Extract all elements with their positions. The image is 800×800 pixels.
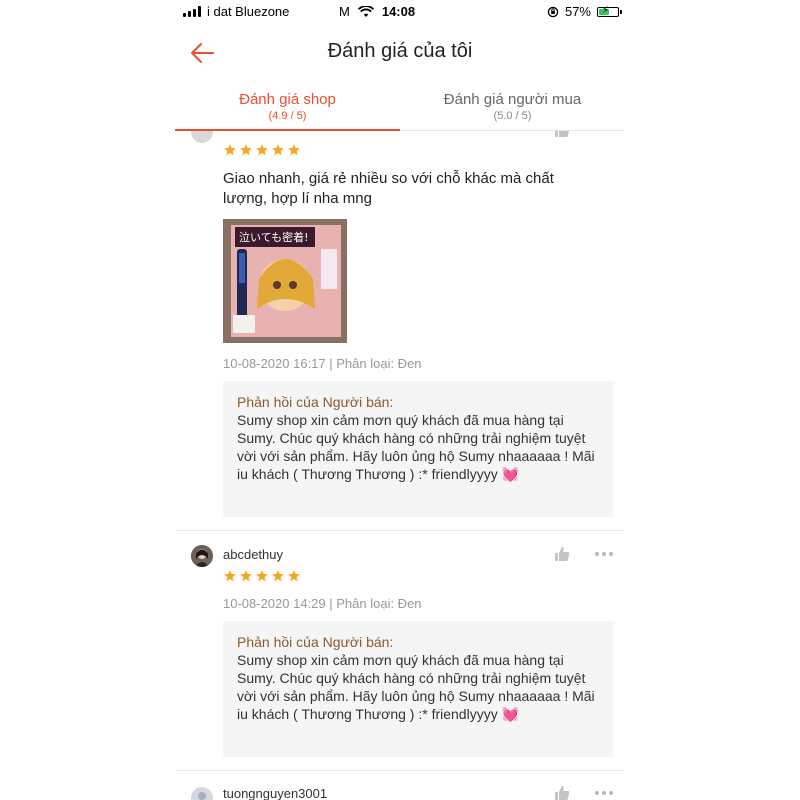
avatar (191, 787, 213, 800)
reply-body: Sumy shop xin cảm mơn quý khách đã mua h… (237, 652, 595, 722)
reply-body: Sumy shop xin cảm mơn quý khách đã mua h… (237, 412, 595, 482)
star-icon (240, 570, 252, 582)
reviewer-name: tuongnguyen3001 (223, 786, 328, 800)
thumbs-up-icon[interactable] (553, 131, 571, 139)
review-item: tuongnguyen3001 (175, 771, 625, 800)
review-comment: Giao nhanh, giá rẻ nhiều so với chỗ khác… (223, 170, 554, 207)
avatar (191, 131, 213, 143)
star-icon (240, 144, 252, 156)
star-icon (224, 570, 236, 582)
charging-bolt-icon: ⚡ (602, 4, 610, 16)
mode-letter: M (339, 4, 350, 19)
reply-title: Phản hồi của Người bán: (237, 634, 394, 650)
reply-text: Sumy shop xin cảm mơn quý khách đã mua h… (237, 411, 599, 483)
review-item: Giao nhanh, giá rẻ nhiều so với chỗ khác… (175, 131, 625, 531)
status-time: 14:08 (381, 4, 416, 19)
review-meta: 10-08-2020 16:17 | Phân loại: Đen (223, 356, 422, 371)
tab-label: Đánh giá người mua (443, 91, 582, 108)
status-center: M 14:08 (339, 4, 415, 19)
thumbs-up-icon[interactable] (553, 545, 571, 563)
tab-buyer-reviews[interactable]: Đánh giá người mua (5.0 / 5) (400, 84, 625, 130)
status-right: 57% ⚡ (547, 4, 622, 19)
star-icon (288, 144, 300, 156)
review-list[interactable]: Giao nhanh, giá rẻ nhiều so với chỗ khác… (175, 131, 625, 800)
default-avatar-icon (198, 792, 206, 800)
status-bar: i dat Bluezone M 14:08 57% ⚡ (175, 0, 625, 24)
rating-stars (223, 569, 301, 583)
reply-title: Phản hồi của Người bán: (237, 394, 394, 410)
review-item: abcdethuy 10-08-2020 14:29 | Phân loại: … (175, 531, 625, 771)
package-label: 泣いても密着! (239, 230, 309, 244)
battery-percent: 57% (564, 4, 591, 19)
more-options-icon[interactable] (593, 788, 615, 798)
carrier-label: i dat Bluezone (207, 4, 290, 19)
page-title: Đánh giá của tôi (327, 40, 473, 62)
heart-emoji: 💓 (501, 706, 520, 722)
more-options-icon[interactable] (593, 549, 615, 559)
avatar-photo-icon (191, 545, 213, 567)
signal-icon (183, 6, 201, 17)
star-icon (224, 144, 236, 156)
rating-stars (223, 143, 301, 157)
heart-emoji: 💓 (501, 466, 520, 482)
product-image-icon: 泣いても密着! (223, 219, 347, 343)
review-meta: 10-08-2020 14:29 | Phân loại: Đen (223, 596, 422, 611)
reply-text: Sumy shop xin cảm mơn quý khách đã mua h… (237, 651, 599, 723)
tab-score: (5.0 / 5) (493, 110, 532, 122)
star-icon (256, 144, 268, 156)
wifi-icon (357, 5, 374, 17)
battery-icon: ⚡ (597, 4, 622, 17)
orientation-lock-icon (547, 6, 559, 17)
seller-reply: Phản hồi của Người bán: Sumy shop xin cả… (223, 381, 613, 517)
tab-shop-reviews[interactable]: Đánh giá shop (4.9 / 5) (175, 84, 400, 131)
status-left: i dat Bluezone (183, 4, 289, 19)
avatar (191, 545, 213, 567)
review-photo[interactable]: 泣いても密着! (223, 219, 347, 343)
star-icon (272, 144, 284, 156)
star-icon (272, 570, 284, 582)
seller-reply: Phản hồi của Người bán: Sumy shop xin cả… (223, 621, 613, 757)
star-icon (256, 570, 268, 582)
tab-score: (4.9 / 5) (268, 110, 307, 122)
thumbs-up-icon[interactable] (553, 784, 571, 800)
header: Đánh giá của tôi (175, 26, 625, 78)
reviewer-name: abcdethuy (223, 547, 283, 562)
star-icon (288, 570, 300, 582)
review-tabs: Đánh giá shop (4.9 / 5) Đánh giá người m… (175, 84, 625, 131)
tab-label: Đánh giá shop (239, 91, 336, 108)
phone-screen: i dat Bluezone M 14:08 57% ⚡ Đánh giá củ… (175, 0, 625, 800)
